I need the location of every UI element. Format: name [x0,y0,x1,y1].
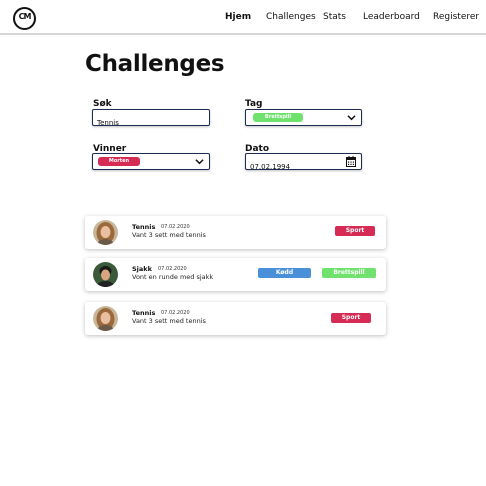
tag-selected-chip: Brettspill [253,113,303,122]
card-description: Vont en runde med sjakk [132,273,214,281]
page-title: Challenges [85,51,225,77]
card-description: Vant 3 sett med tennis [132,231,206,239]
nav-item-hjem[interactable]: Hjem [225,12,251,22]
chevron-down-icon [195,159,204,165]
logo-text: CM [18,12,32,21]
card-description: Vant 3 sett med tennis [132,317,206,325]
card-title: Sjakk [132,265,152,273]
search-field [92,109,213,131]
logo-icon[interactable]: CM [13,7,36,30]
challenge-card[interactable]: Sjakk 07.02.2020 Vont en runde med sjakk… [85,258,386,291]
tag-sport[interactable]: Sport [335,226,375,236]
tag-brettspill[interactable]: Brettspill [322,268,376,278]
winner-selected-chip: Morten [98,157,140,166]
calendar-icon[interactable] [346,156,356,167]
winner-select[interactable]: Morten [92,153,210,170]
search-label: Søk [93,99,112,109]
card-date: 07.02.2020 [158,266,187,272]
tag-label: Tag [245,99,263,109]
card-title: Tennis [132,223,156,231]
nav-item-stats[interactable]: Stats [323,12,346,22]
card-title: Tennis [132,309,156,317]
card-date: 07.02.2020 [161,224,190,230]
card-date: 07.02.2020 [161,310,190,316]
challenge-card[interactable]: Tennis 07.02.2020 Vant 3 sett med tennis… [85,302,386,335]
date-field [245,153,365,175]
tag-select[interactable]: Brettspill [245,109,362,126]
challenge-card[interactable]: Tennis 07.02.2020 Vant 3 sett med tennis… [85,216,386,249]
nav-item-registerer[interactable]: Registerer [433,12,479,22]
avatar-woman-icon [93,220,118,245]
search-input[interactable] [93,115,213,131]
nav-item-leaderboard[interactable]: Leaderboard [363,12,420,22]
chevron-down-icon [347,115,356,121]
tag-sport[interactable]: Sport [331,313,371,323]
avatar-man-icon [93,262,118,287]
nav-item-challenges[interactable]: Challenges [266,12,316,22]
tag-kodd[interactable]: Kødd [258,268,311,278]
top-navbar: CM Hjem Challenges Stats Leaderboard Reg… [0,0,486,35]
avatar-woman-icon [93,306,118,331]
